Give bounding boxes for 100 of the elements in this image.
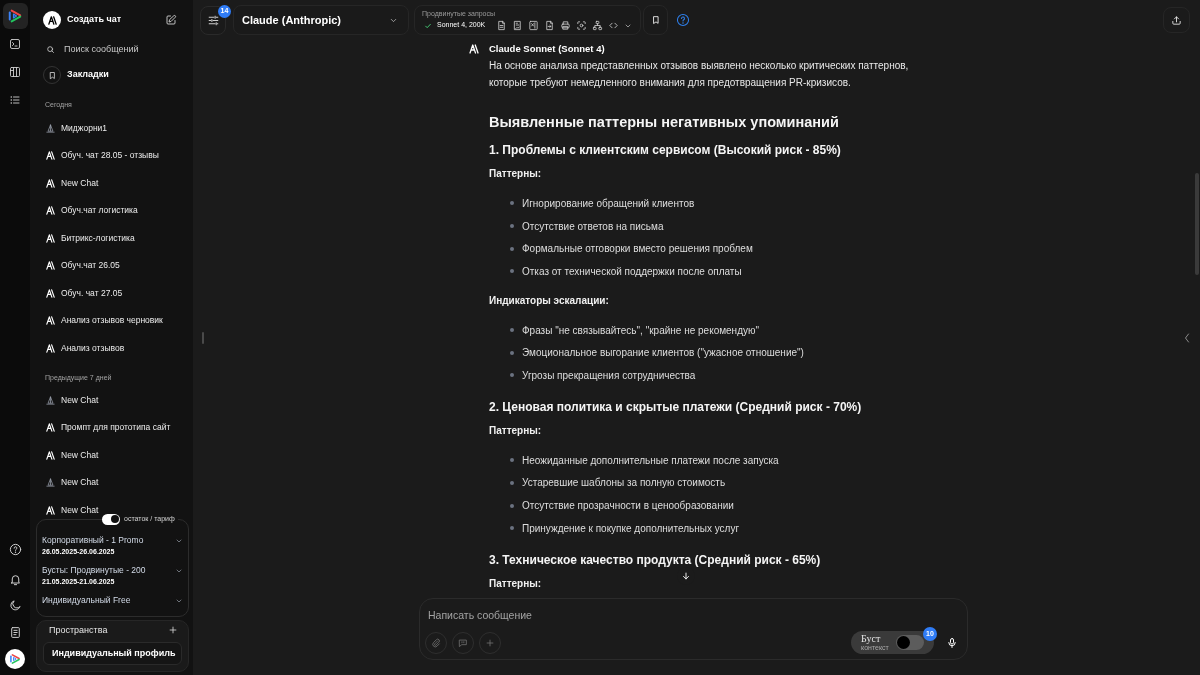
bullet-icon: [510, 480, 514, 485]
bookmark-button[interactable]: [643, 5, 668, 35]
boost-label: Буст: [861, 633, 881, 644]
chat-item[interactable]: Обуч. чат 27.05: [43, 284, 125, 302]
chat-item[interactable]: New Chat: [43, 446, 101, 464]
list-item-text: Отказ от технической поддержки после оплаты: [522, 264, 742, 279]
plan-name: Бусты: Продвинутые - 200: [42, 565, 146, 576]
bookmarks-button[interactable]: Закладки: [43, 66, 109, 84]
list-item-text: Игнорирование обращений клиентов: [522, 196, 695, 211]
bullet-icon: [510, 328, 514, 333]
chat-item[interactable]: Анализ отзывов черновик: [43, 311, 165, 330]
bullet-icon: [510, 458, 514, 463]
list-item-text: Эмоциональное выгорание клиентов ("ужасное отношение"): [522, 346, 804, 361]
logo-icon: [45, 260, 56, 271]
bullet-icon: [510, 526, 514, 531]
image-file-icon: [512, 20, 523, 31]
chat-item[interactable]: New Chat: [43, 174, 101, 192]
message-paragraph: На основе анализа представленных отзывов выявлено несколько критических паттернов, которые требуют немедленного внимания для предотвращения PR-кризисов.: [489, 59, 910, 90]
author-name: Claude Sonnet (Sonnet 4): [489, 41, 605, 56]
columns-icon[interactable]: [9, 66, 21, 78]
list-label: Паттерны:: [489, 576, 542, 591]
bell-icon[interactable]: [8, 573, 22, 586]
chat-item[interactable]: Обуч.чат 26.05: [43, 256, 122, 275]
logo-icon: [45, 205, 56, 216]
share-button[interactable]: [1163, 7, 1190, 33]
list-label: Паттерны:: [489, 423, 542, 438]
chat-bubble-icon: [458, 637, 468, 648]
logo-icon: [45, 342, 56, 354]
logo-icon: [45, 177, 56, 189]
document-icon[interactable]: [8, 626, 22, 639]
spaces-title: Пространства: [49, 624, 108, 636]
sailboat-icon: [45, 394, 56, 406]
bullet-icon: [510, 224, 514, 229]
sliders-icon: [206, 13, 220, 27]
chat-item[interactable]: New Chat: [43, 391, 101, 409]
code-icon: [608, 20, 619, 31]
subsection-heading: 2. Ценовая политика и скрытые платежи (Средний риск - 70%): [489, 398, 862, 416]
bullet-icon: [510, 246, 514, 251]
chat-item[interactable]: New Chat: [43, 501, 101, 519]
check-icon: [424, 21, 432, 30]
plus-icon[interactable]: [168, 625, 178, 635]
model-select[interactable]: Claude (Anthropic): [233, 5, 409, 35]
chat-item[interactable]: Обуч. чат 28.05 - отзывы: [43, 146, 161, 165]
subsection-heading: 1. Проблемы с клиентским сервисом (Высокий риск - 85%): [489, 142, 841, 159]
plan-name: Корпоративный - 1 Promo: [42, 535, 144, 546]
chat-item[interactable]: Обуч.чат логистика: [43, 201, 140, 220]
search-field[interactable]: Поиск сообщений: [64, 41, 184, 57]
subsection-heading: 3. Техническое качество продукта (Средний риск - 65%): [489, 551, 821, 569]
list-item-text: Принуждение к покупке дополнительных услуг: [522, 521, 740, 536]
bullet-icon: [510, 269, 514, 274]
app-logo[interactable]: [2, 3, 28, 29]
section-heading: Выявленные паттерны негативных упоминаний: [489, 113, 839, 132]
list-icon[interactable]: [9, 94, 21, 106]
bullet-icon: [510, 350, 514, 355]
paperclip-icon: [431, 637, 441, 648]
printer-icon: [560, 20, 571, 31]
document-icon: [496, 20, 507, 31]
logo-icon: [45, 504, 56, 516]
bookmark-icon: [650, 15, 661, 25]
chevron-left-icon[interactable]: [1184, 332, 1190, 344]
message-input[interactable]: Написать сообщение: [428, 607, 828, 623]
bullet-icon: [510, 373, 514, 378]
moon-icon[interactable]: [8, 599, 22, 612]
balance-toggle[interactable]: [102, 513, 120, 525]
spreadsheet-icon: [528, 20, 539, 31]
microphone-icon[interactable]: [946, 635, 958, 650]
logo-icon: [467, 43, 481, 55]
edit-icon[interactable]: [165, 14, 177, 26]
search-icon: [46, 44, 55, 54]
terminal-icon[interactable]: [9, 38, 21, 50]
chat-item[interactable]: New Chat: [43, 473, 101, 492]
plan-name: Индивидуальный Free: [42, 595, 131, 606]
sailboat-icon: [45, 122, 56, 134]
list-item-text: Отсутствие прозрачности в ценообразовании: [522, 499, 734, 514]
list-item-text: Фразы "не связывайтесь", "крайне не рекомендую": [522, 323, 760, 338]
logo-icon: [45, 232, 56, 244]
list-item-text: Неожиданные дополнительные платежи после запуска: [522, 453, 779, 468]
logo-icon: [45, 315, 56, 326]
bullet-icon: [510, 503, 514, 508]
hierarchy-icon: [592, 20, 603, 31]
list-item-text: Формальные отговорки вместо решения проблем: [522, 242, 753, 257]
list-item-text: Устаревшие шаблоны за полную стоимость: [522, 476, 726, 491]
plus-icon: [485, 637, 495, 648]
profile-select[interactable]: Индивидуальный профиль: [43, 642, 182, 665]
resize-handle[interactable]: [202, 332, 204, 344]
bullet-icon: [510, 201, 514, 206]
logo-icon: [45, 150, 56, 161]
upload-icon: [1171, 14, 1182, 26]
chat-item[interactable]: Анализ отзывов: [43, 339, 127, 357]
new-chat-button[interactable]: Создать чат: [43, 11, 122, 29]
logo-icon: [45, 422, 56, 433]
boost-switch[interactable]: [896, 635, 924, 650]
chat-item[interactable]: Промпт для прототипа сайт: [43, 418, 173, 437]
chat-item[interactable]: Миджорни1: [43, 119, 110, 137]
logo-icon: [45, 287, 56, 299]
list-label: Паттерны:: [489, 167, 542, 181]
file-export-icon: [544, 20, 555, 31]
sailboat-icon: [45, 477, 56, 488]
avatar-icon[interactable]: [5, 649, 25, 669]
chat-item[interactable]: Битрикс-логистика: [43, 229, 137, 247]
